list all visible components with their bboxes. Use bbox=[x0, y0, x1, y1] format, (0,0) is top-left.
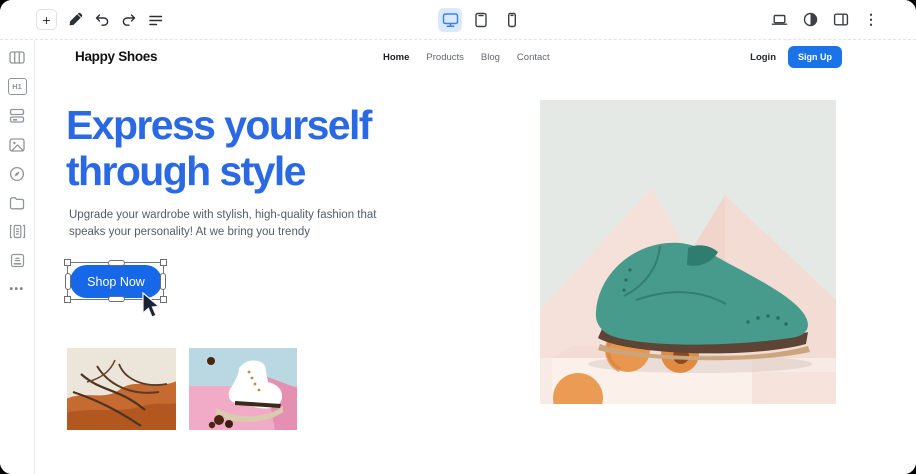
nav-home[interactable]: Home bbox=[383, 52, 409, 63]
selection-handle-bottom-left[interactable] bbox=[64, 296, 71, 303]
toolbar-right-group: ⋮ bbox=[771, 0, 878, 39]
selection-handle-right[interactable] bbox=[160, 273, 166, 290]
edit-button[interactable] bbox=[68, 12, 83, 27]
image-icon[interactable] bbox=[9, 136, 26, 153]
site-logo[interactable]: Happy Shoes bbox=[75, 49, 157, 64]
hero-subtitle-line1: Upgrade your wardrobe with stylish, high… bbox=[69, 209, 376, 221]
hero-heading-line1: Express yourself bbox=[66, 102, 371, 148]
more-icon: ••• bbox=[9, 285, 24, 295]
side-panel-button[interactable] bbox=[833, 12, 849, 27]
layers-list-icon bbox=[148, 13, 164, 27]
signup-button[interactable]: Sign Up bbox=[788, 46, 842, 68]
add-button[interactable]: + bbox=[36, 9, 57, 30]
selection-handle-bottom[interactable] bbox=[108, 296, 125, 302]
auth-group: Login Sign Up bbox=[750, 40, 842, 74]
layers-button[interactable] bbox=[148, 13, 164, 27]
nav-products[interactable]: Products bbox=[426, 52, 464, 63]
main-area: H1 ••• bbox=[0, 40, 916, 474]
thumbnail-ice-skate[interactable] bbox=[189, 348, 297, 430]
elements-sidebar: H1 ••• bbox=[0, 40, 35, 474]
h1-label: H1 bbox=[12, 82, 22, 91]
overflow-menu-button[interactable]: ⋮ bbox=[864, 11, 878, 28]
top-toolbar: + bbox=[0, 0, 916, 40]
folder-icon[interactable] bbox=[9, 194, 26, 211]
hero-heading[interactable]: Express yourself through style bbox=[66, 102, 371, 194]
site-header: Happy Shoes Home Products Blog Contact L… bbox=[35, 40, 916, 74]
add-icon: + bbox=[42, 13, 50, 27]
selection-handle-top-right[interactable] bbox=[160, 259, 167, 266]
form-icon[interactable] bbox=[9, 252, 26, 269]
device-switcher bbox=[438, 0, 524, 39]
selection-handle-left[interactable] bbox=[65, 273, 71, 290]
hero-heading-line2: through style bbox=[66, 148, 305, 194]
thumbnail-leather-shoes[interactable] bbox=[67, 348, 176, 430]
device-tablet-button[interactable] bbox=[469, 8, 493, 32]
device-phone-button[interactable] bbox=[500, 8, 524, 32]
tablet-icon bbox=[473, 12, 489, 28]
desktop-icon bbox=[442, 12, 459, 28]
undo-icon bbox=[94, 13, 110, 27]
kebab-menu-icon: ⋮ bbox=[864, 11, 878, 28]
side-panel-icon bbox=[833, 12, 849, 27]
pencil-icon bbox=[68, 12, 83, 27]
laptop-icon bbox=[771, 13, 788, 27]
toolbar-left-group: + bbox=[36, 0, 164, 39]
theme-toggle-button[interactable] bbox=[803, 12, 818, 27]
app-window: + bbox=[0, 0, 916, 474]
hero-image-teal-shoe[interactable] bbox=[540, 100, 836, 404]
sections-icon[interactable] bbox=[9, 107, 26, 124]
compass-icon[interactable] bbox=[9, 165, 26, 182]
phone-icon bbox=[504, 12, 520, 28]
device-desktop-button[interactable] bbox=[438, 8, 462, 32]
selection-handle-top[interactable] bbox=[108, 260, 125, 266]
nav-blog[interactable]: Blog bbox=[481, 52, 500, 63]
selection-handle-top-left[interactable] bbox=[64, 259, 71, 266]
carousel-icon[interactable] bbox=[9, 223, 26, 240]
redo-icon bbox=[121, 13, 137, 27]
design-canvas[interactable]: Happy Shoes Home Products Blog Contact L… bbox=[35, 40, 916, 474]
hero-subtitle[interactable]: Upgrade your wardrobe with stylish, high… bbox=[69, 207, 376, 240]
heading-h1-icon[interactable]: H1 bbox=[8, 78, 27, 95]
login-link[interactable]: Login bbox=[750, 52, 776, 63]
columns-icon[interactable] bbox=[9, 49, 26, 66]
redo-button[interactable] bbox=[121, 13, 137, 27]
nav-contact[interactable]: Contact bbox=[517, 52, 550, 63]
preview-button[interactable] bbox=[771, 13, 788, 27]
site-nav: Home Products Blog Contact bbox=[383, 40, 550, 74]
mouse-cursor-icon bbox=[139, 292, 163, 320]
hero-subtitle-line2: speaks your personality! At we bring you… bbox=[69, 226, 310, 238]
sidebar-more-button[interactable]: ••• bbox=[9, 281, 26, 298]
contrast-icon bbox=[803, 12, 818, 27]
undo-button[interactable] bbox=[94, 13, 110, 27]
